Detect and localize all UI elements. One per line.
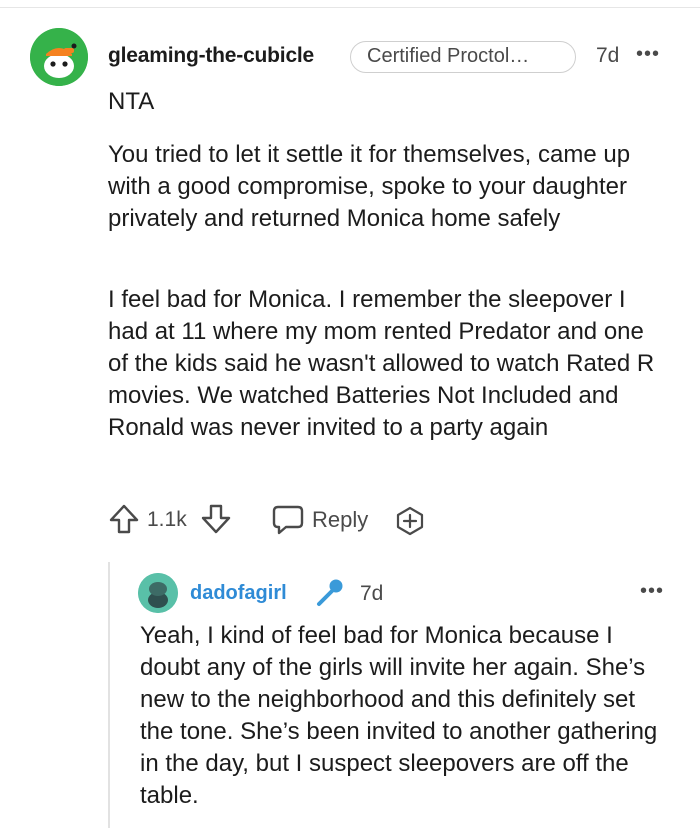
reply-body: Yeah, I kind of feel bad for Monica beca… xyxy=(140,622,658,809)
user-flair: Certified Proctol… xyxy=(350,41,576,73)
snoo-avatar-icon xyxy=(138,573,178,613)
reply-avatar[interactable] xyxy=(138,573,178,613)
more-options-icon[interactable]: ••• xyxy=(640,580,664,603)
reply-button[interactable] xyxy=(271,503,305,542)
speech-bubble-icon xyxy=(272,505,304,535)
comment-paragraph: I feel bad for Monica. I remember the sl… xyxy=(108,286,655,441)
reply-age: 7d xyxy=(360,582,384,605)
comment-username[interactable]: gleaming-the-cubicle xyxy=(108,44,314,68)
reply-username[interactable]: dadofagirl xyxy=(190,582,287,605)
downvote-button[interactable] xyxy=(200,503,232,540)
comment-age: 7d xyxy=(596,44,620,67)
top-divider xyxy=(0,7,700,8)
thread-line[interactable] xyxy=(108,562,110,828)
comment-paragraph: You tried to let it settle it for themse… xyxy=(108,141,631,232)
award-button[interactable] xyxy=(394,505,426,542)
award-plus-icon xyxy=(396,506,424,536)
arrow-down-icon xyxy=(201,504,231,534)
reply-label[interactable]: Reply xyxy=(312,507,368,533)
snoo-avatar-icon xyxy=(30,28,88,86)
more-options-icon[interactable]: ••• xyxy=(636,43,660,66)
comment-paragraph: NTA xyxy=(108,88,155,115)
avatar[interactable] xyxy=(30,28,88,86)
arrow-up-icon xyxy=(109,504,139,534)
upvote-button[interactable] xyxy=(108,503,140,540)
microphone-icon xyxy=(313,577,345,614)
vote-score: 1.1k xyxy=(147,508,187,531)
